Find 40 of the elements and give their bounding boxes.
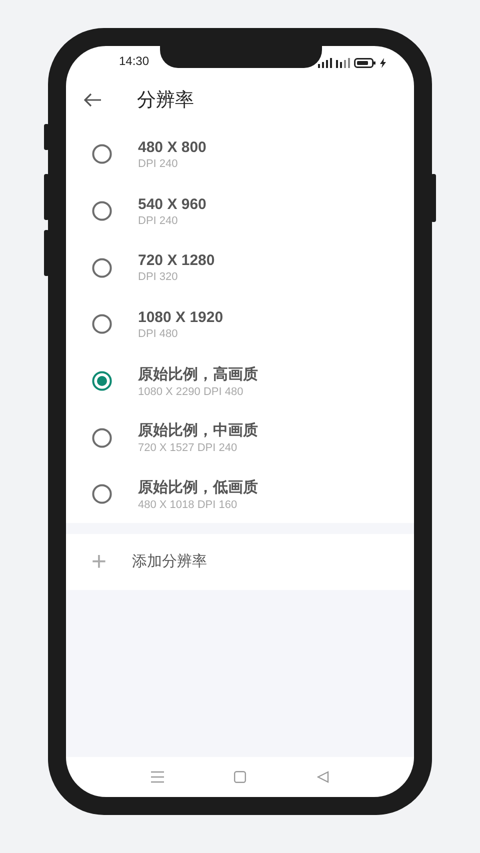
- option-label: 原始比例，中画质: [138, 421, 258, 440]
- signal-icon: [336, 58, 350, 68]
- option-detail: DPI 480: [138, 328, 179, 340]
- option-label: 540 X 960: [138, 196, 206, 213]
- page-title: 分辨率: [137, 89, 194, 113]
- resolution-option[interactable]: 720 X 1280 DPI 320: [66, 239, 414, 296]
- plus-icon: +: [66, 546, 132, 578]
- option-detail: 720 X 1527 DPI 240: [138, 442, 238, 454]
- option-detail: 480 X 1018 DPI 160: [138, 498, 238, 511]
- charging-icon: [380, 58, 386, 68]
- option-detail: 1080 X 2290 DPI 480: [138, 386, 244, 398]
- menu-icon[interactable]: [151, 771, 164, 783]
- option-label: 720 X 1280: [138, 252, 215, 270]
- radio-button[interactable]: [92, 371, 112, 392]
- option-label: 480 X 800: [138, 138, 206, 156]
- resolution-option[interactable]: 540 X 960 DPI 240: [66, 182, 414, 240]
- resolution-option[interactable]: 1080 X 1920 DPI 480: [66, 296, 414, 353]
- back-arrow-icon[interactable]: [84, 93, 102, 107]
- signal-icon: [318, 58, 332, 68]
- option-label: 原始比例，低画质: [138, 478, 258, 497]
- resolution-option[interactable]: 原始比例，高画质 1080 X 2290 DPI 480: [66, 352, 414, 410]
- battery-icon: [354, 58, 376, 68]
- add-resolution-label: 添加分辨率: [132, 552, 207, 572]
- radio-button[interactable]: [92, 428, 112, 448]
- resolution-option[interactable]: 原始比例，中画质 720 X 1527 DPI 240: [66, 409, 414, 466]
- option-detail: DPI 240: [138, 214, 179, 227]
- radio-button[interactable]: [92, 314, 112, 334]
- radio-button[interactable]: [92, 201, 112, 222]
- radio-button[interactable]: [92, 484, 112, 504]
- option-detail: DPI 320: [138, 271, 179, 284]
- home-icon[interactable]: [234, 771, 246, 783]
- option-label: 1080 X 1920: [138, 308, 224, 326]
- resolution-option[interactable]: 原始比例，低画质 480 X 1018 DPI 160: [66, 466, 414, 523]
- back-icon[interactable]: [316, 771, 329, 783]
- status-time: 14:30: [119, 54, 150, 68]
- resolution-option[interactable]: 480 X 800 DPI 240: [66, 126, 414, 183]
- option-detail: DPI 240: [138, 158, 179, 170]
- option-label: 原始比例，高画质: [138, 364, 258, 384]
- radio-button[interactable]: [92, 258, 112, 278]
- radio-button[interactable]: [92, 144, 112, 164]
